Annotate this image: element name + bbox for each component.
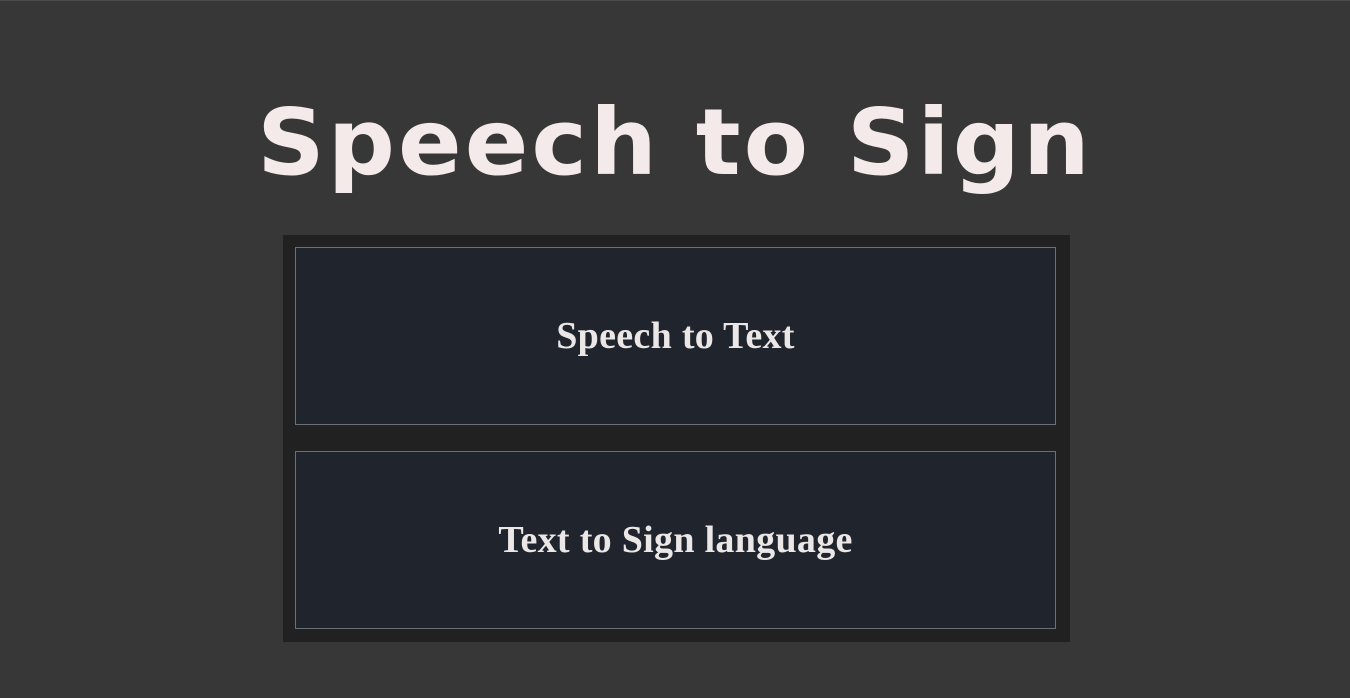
options-panel: Speech to Text Text to Sign language [283,235,1070,642]
speech-to-text-button[interactable]: Speech to Text [295,247,1056,425]
text-to-sign-language-button[interactable]: Text to Sign language [295,451,1056,629]
text-to-sign-language-label: Text to Sign language [498,519,853,561]
speech-to-text-label: Speech to Text [556,315,795,357]
page-title: Speech to Sign [257,89,1093,196]
